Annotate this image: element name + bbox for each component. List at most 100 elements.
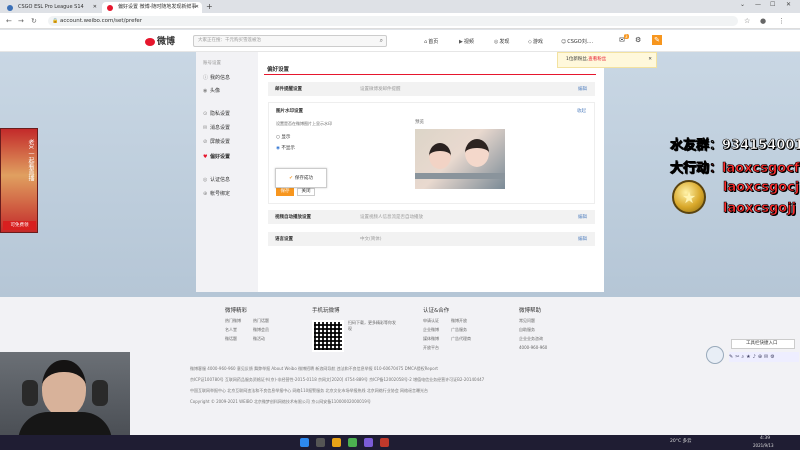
footer-link[interactable]: 开放平台 bbox=[423, 345, 451, 351]
nav-video[interactable]: ▶视频 bbox=[459, 38, 474, 45]
maximize-icon[interactable]: ☐ bbox=[770, 1, 775, 8]
logo-text: 微博 bbox=[157, 37, 176, 47]
footer-col-title: 微博精彩 bbox=[225, 308, 248, 314]
weibo-logo[interactable]: 微博 bbox=[145, 34, 175, 47]
tab-weibo[interactable]: 偏好设置 微博-随时随地发现新鲜事 ✕ bbox=[102, 2, 202, 13]
sidebar-item-privacy[interactable]: ⊙ 隐私设置 bbox=[203, 110, 230, 117]
url-input[interactable]: 🔒 account.weibo.com/set/prefer bbox=[48, 16, 738, 26]
footer-link[interactable]: 广告服务 bbox=[451, 327, 479, 333]
mail-button[interactable]: ✉ 3 bbox=[619, 34, 629, 44]
watermark-title: 图片水印设置 bbox=[276, 109, 303, 114]
footer-link[interactable]: 4000-960-960 bbox=[519, 345, 569, 350]
weibo-header: 微博 大家正在搜：千元购买雪莲被治 ⌕ ⌂首页 ▶视频 ◎发现 ◇游戏 ☺CSG… bbox=[0, 30, 800, 52]
bookmark-star-icon[interactable]: ☆ bbox=[744, 17, 750, 25]
overlay-action-line: laoxcsgocj bbox=[723, 180, 800, 196]
close-icon[interactable]: ✕ bbox=[195, 2, 199, 13]
headphone-left bbox=[22, 380, 38, 406]
footer-link[interactable]: 广告代理商 bbox=[451, 336, 479, 342]
close-icon[interactable]: ✕ bbox=[93, 2, 97, 13]
sidebar-item-block[interactable]: ⊘ 屏蔽设置 bbox=[203, 138, 230, 145]
obs-icon[interactable] bbox=[364, 438, 373, 447]
promo-text: 老X 一起看直播 bbox=[27, 139, 34, 182]
chrome-icon[interactable] bbox=[348, 438, 357, 447]
sidebar-title: 账号设置 bbox=[203, 61, 221, 66]
lock-icon: 🔒 bbox=[52, 18, 59, 24]
new-tab-icon[interactable]: + bbox=[206, 2, 213, 12]
overlay-action-line: laoxcsgojj bbox=[723, 201, 797, 217]
footer-link[interactable]: 热门微博 bbox=[225, 318, 253, 324]
nav-discover[interactable]: ◎发现 bbox=[494, 38, 509, 45]
notice-link[interactable]: 查看粉丝 bbox=[588, 57, 606, 62]
overlay-qq-group: 水友群：934154001 bbox=[670, 138, 800, 154]
medal-icon: ★ bbox=[672, 180, 706, 214]
minimize-icon[interactable]: — bbox=[755, 1, 761, 8]
footer-link[interactable]: 微博开放 bbox=[451, 318, 479, 324]
edit-link[interactable]: 编辑 bbox=[578, 236, 587, 242]
window-close-icon[interactable]: ✕ bbox=[786, 1, 791, 8]
nav-label: 首页 bbox=[428, 39, 439, 45]
search-icon[interactable] bbox=[316, 438, 325, 447]
sidebar-item-prefer[interactable]: ♥ 偏好设置 bbox=[203, 153, 230, 160]
row-label: 语言设置 bbox=[275, 237, 293, 242]
taskbar: 20°C 多云 4:39 2021/9/13 bbox=[0, 435, 800, 450]
reload-icon[interactable]: ↻ bbox=[31, 17, 37, 25]
menu-icon[interactable]: ⋮ bbox=[778, 17, 785, 25]
footer-link[interactable]: 企业业务咨询 bbox=[519, 336, 569, 342]
preview-label: 预览 bbox=[415, 120, 424, 125]
sidebar-item-message[interactable]: ✉ 消息设置 bbox=[203, 124, 230, 131]
footer-link[interactable]: 常见问题 bbox=[519, 318, 569, 324]
sidebar-item-verify[interactable]: ◎ 认证信息 bbox=[203, 176, 230, 183]
footer-link[interactable]: 媒体微博 bbox=[423, 336, 451, 342]
save-button[interactable]: 保存 bbox=[276, 188, 294, 196]
toolbar-shortcut[interactable]: 工具栏快捷入口 bbox=[731, 339, 795, 349]
footer-link[interactable]: 微博会员 bbox=[253, 327, 281, 333]
cancel-button[interactable]: 关闭 bbox=[297, 188, 315, 196]
footer-link[interactable]: 申请认证 bbox=[423, 318, 451, 324]
footer-link[interactable]: 名人堂 bbox=[225, 327, 253, 333]
tab-favicon-icon bbox=[107, 5, 113, 11]
windows-start-icon[interactable] bbox=[300, 438, 309, 447]
footer-link[interactable]: 微话题 bbox=[225, 336, 253, 342]
sidebar-item-info[interactable]: ⓘ 我的信息 bbox=[203, 74, 230, 81]
sidebar-item-avatar[interactable]: ◉ 头像 bbox=[203, 87, 220, 94]
gear-icon[interactable]: ⚙ bbox=[635, 36, 641, 44]
toolbar-icons[interactable]: ✎✂⌕★♪⊕✉⚙ bbox=[729, 352, 799, 362]
help-icon[interactable] bbox=[706, 346, 724, 364]
close-icon[interactable]: ✕ bbox=[648, 53, 652, 67]
app-icon[interactable] bbox=[380, 438, 389, 447]
footer-link[interactable]: 热门话题 bbox=[253, 318, 281, 324]
edit-link[interactable]: 编辑 bbox=[578, 214, 587, 220]
forward-icon[interactable]: → bbox=[18, 17, 24, 25]
footer-line: 微博客服 4000-960-960 意见反馈 舞弊举报 About Weibo … bbox=[190, 366, 438, 371]
radio-show[interactable]: ○ 显示 bbox=[276, 134, 290, 140]
row-desc: 中文(简体) bbox=[360, 237, 382, 242]
collapse-link[interactable]: 收起 bbox=[577, 108, 586, 114]
footer-line: Copyright © 2009-2021 WEIBO 北京微梦创科网络技术有限… bbox=[190, 399, 371, 404]
nav-game[interactable]: ◇游戏 bbox=[528, 38, 543, 45]
message-icon: ✉ bbox=[203, 125, 208, 131]
back-icon[interactable]: ← bbox=[6, 17, 12, 25]
watermark-settings: 图片水印设置 收起 设置是否在微博图片上显示水印 ○ 显示 ◉ 不显示 预览 保… bbox=[268, 102, 595, 204]
folder-icon[interactable] bbox=[332, 438, 341, 447]
footer-link[interactable]: 企业微博 bbox=[423, 327, 451, 333]
sidebar-item-bind[interactable]: ⊕ 帐号绑定 bbox=[203, 190, 230, 197]
compose-icon[interactable]: ✎ bbox=[652, 35, 662, 45]
tab-label: 偏好设置 微博-随时随地发现新鲜事 bbox=[118, 4, 197, 10]
footer-col-featured: 微博精彩 热门微博 热门话题 名人堂 微博会员 微话题 微活动 bbox=[225, 306, 281, 342]
sidebar-item-label: 屏蔽设置 bbox=[210, 139, 231, 145]
sidebar-item-label: 隐私设置 bbox=[210, 111, 231, 117]
nav-user[interactable]: ☺CSGO刘.... bbox=[561, 38, 593, 45]
search-input[interactable]: 大家正在搜：千元购买雪莲被治 ⌕ bbox=[193, 35, 387, 47]
dropdown-icon[interactable]: ⌄ bbox=[740, 1, 745, 8]
edit-link[interactable]: 编辑 bbox=[578, 86, 587, 92]
tab-csgo[interactable]: CSGO ESL Pro League S14 ✕ bbox=[2, 2, 100, 13]
footer-col-help: 微博帮助 常见问题 自助服务 企业业务咨询 4000-960-960 bbox=[519, 306, 569, 350]
search-icon[interactable]: ⌕ bbox=[380, 36, 383, 46]
privacy-icon: ⊙ bbox=[203, 111, 208, 117]
radio-hide[interactable]: ◉ 不显示 bbox=[276, 145, 295, 151]
profile-icon[interactable]: ● bbox=[760, 17, 766, 25]
nav-home[interactable]: ⌂首页 bbox=[424, 38, 438, 45]
footer-link[interactable]: 自助服务 bbox=[519, 327, 569, 333]
sidebar-item-label: 帐号绑定 bbox=[210, 191, 231, 197]
footer-link[interactable]: 微活动 bbox=[253, 336, 281, 342]
